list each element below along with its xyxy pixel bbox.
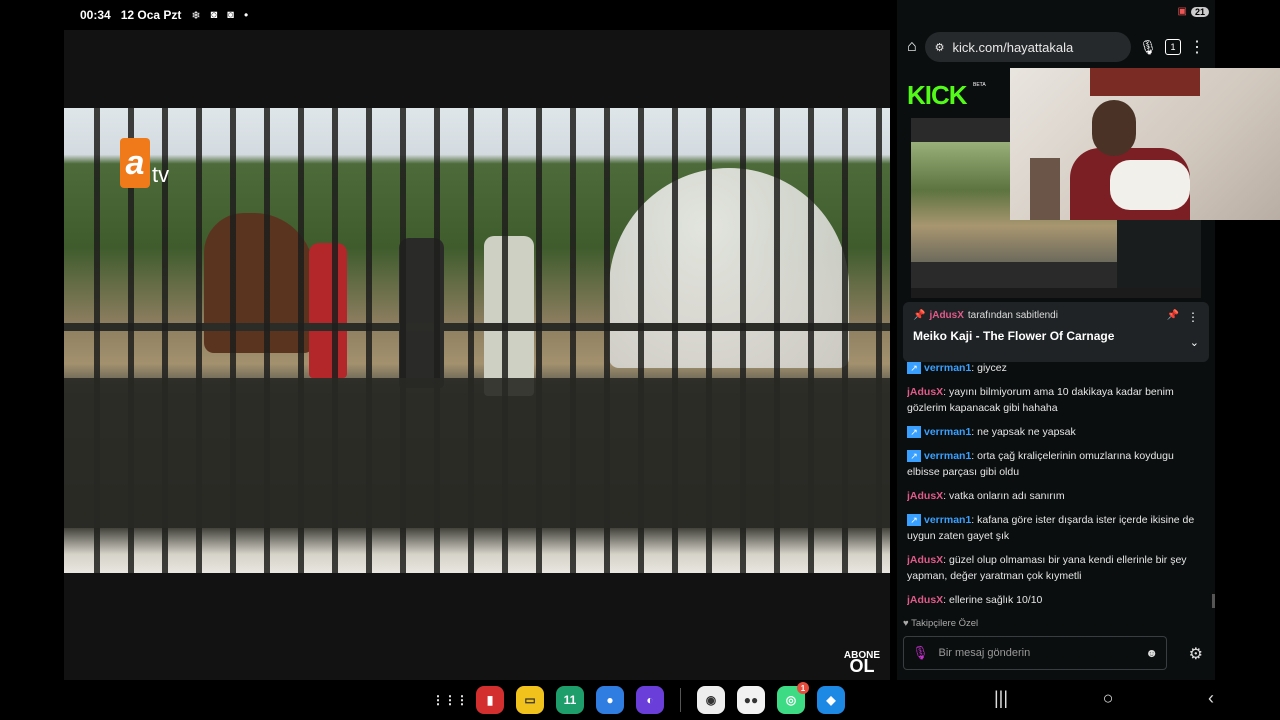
- back-icon[interactable]: ‹: [1208, 688, 1214, 709]
- kick-logo[interactable]: KICK: [907, 80, 968, 111]
- webcam-lamp: [1030, 158, 1060, 220]
- home-nav-icon[interactable]: ○: [1103, 688, 1114, 709]
- channel-logo-a: a: [120, 138, 150, 188]
- heart-icon: ♥: [903, 618, 909, 629]
- chat-input[interactable]: 🎙 Bir mesaj gönderin ☻: [903, 636, 1167, 670]
- chat-text: : vatka onların adı sanırım: [943, 490, 1065, 502]
- webcam-wall: [1090, 68, 1200, 96]
- site-settings-icon[interactable]: ⚙: [935, 41, 945, 54]
- duo-app-icon[interactable]: ●●: [737, 686, 765, 714]
- pinned-title: Meiko Kaji - The Flower Of Carnage: [913, 329, 1115, 343]
- video-player[interactable]: a tv ABONE OL: [64, 30, 890, 680]
- url-text[interactable]: kick.com/hayattakala: [953, 40, 1074, 55]
- chat-input-placeholder[interactable]: Bir mesaj gönderin: [939, 647, 1031, 659]
- chat-message[interactable]: jAdusX: güzel olup olmaması bir yana ken…: [907, 552, 1203, 584]
- more-menu-icon[interactable]: ⋮: [1189, 37, 1205, 57]
- instagram-icon: ◙: [227, 9, 234, 21]
- verified-badge-icon: ↗: [907, 362, 921, 375]
- right-status: ▣ 21: [1178, 6, 1209, 17]
- dock-apps: ⋮⋮⋮ ▮ ▭ 11 ● ◐ ◉ ●● ◎ 1 ◆: [432, 682, 845, 714]
- nav-buttons: ||| ○ ‹: [994, 688, 1214, 709]
- chat-text: : güzel olup olmaması bir yana kendi ell…: [907, 554, 1187, 582]
- status-date: 12 Oca Pzt: [120, 8, 182, 22]
- subscribe-badge-bottom: OL: [849, 656, 875, 676]
- instagram-icon: ◙: [210, 9, 218, 21]
- followers-only-label: ♥ Takipçilere Özel: [903, 618, 978, 629]
- chat-message[interactable]: jAdusX: ellerine sağlık 10/10: [907, 592, 1203, 608]
- pinned-by: 📌 jAdusX tarafından sabitlendi: [913, 310, 1199, 321]
- unpin-icon[interactable]: 📌: [1167, 310, 1179, 321]
- gate-panel: [64, 378, 890, 528]
- video-frame[interactable]: a tv: [64, 108, 890, 573]
- snowflake-icon: ❄: [191, 9, 201, 22]
- status-time: 00:34: [80, 8, 111, 22]
- status-bar: 00:34 12 Oca Pzt ❄ ◙ ◙ •: [64, 0, 890, 30]
- red-app-icon[interactable]: ▮: [476, 686, 504, 714]
- chat-username[interactable]: verrman1: [924, 362, 971, 374]
- folder-app-icon[interactable]: ▭: [516, 686, 544, 714]
- taskbar: ⋮⋮⋮ ▮ ▭ 11 ● ◐ ◉ ●● ◎ 1 ◆ ||| ○ ‹: [64, 680, 1216, 720]
- chat-username[interactable]: verrman1: [924, 426, 971, 438]
- chat-message[interactable]: ↗ verrman1: kafana göre ister dışarda ist…: [907, 512, 1203, 544]
- chat-text: : ne yapsak ne yapsak: [971, 426, 1076, 438]
- chat-username[interactable]: jAdusX: [907, 490, 943, 502]
- tab-switcher-button[interactable]: 1: [1165, 39, 1181, 55]
- verified-badge-icon: ↗: [907, 426, 921, 439]
- pinned-by-user: jAdusX: [929, 310, 964, 321]
- browser-panel: ▣ 21 ⌂ ⚙ kick.com/hayattakala 🎙 1 ⋮ KICK…: [897, 0, 1280, 680]
- chat-message[interactable]: ↗ verrman1: orta çağ kraliçelerinin omuzl…: [907, 448, 1203, 480]
- pinned-by-suffix: tarafından sabitlendi: [967, 310, 1058, 321]
- camera-app-icon[interactable]: ◉: [697, 686, 725, 714]
- chat-username[interactable]: verrman1: [924, 514, 971, 526]
- chat-feed[interactable]: ↗ verrman1: giycez jAdusX: yayını bilmiyor…: [907, 360, 1203, 620]
- mic-icon[interactable]: 🎙: [912, 645, 929, 661]
- status-dot: •: [243, 8, 249, 22]
- channel-logo: a tv: [120, 138, 169, 188]
- kick-beta-label: BETA: [973, 82, 986, 88]
- chat-text: : yayını bilmiyorum ama 10 dakikaya kada…: [907, 386, 1174, 414]
- chat-text: : ellerine sağlık 10/10: [943, 594, 1043, 606]
- emoji-icon[interactable]: ☻: [1145, 646, 1158, 660]
- gear-icon[interactable]: ⚙: [1189, 644, 1203, 664]
- verified-badge-icon: ↗: [907, 514, 921, 527]
- dock-separator: [680, 688, 681, 712]
- chat-username[interactable]: verrman1: [924, 450, 971, 462]
- store-app-icon[interactable]: ◆: [817, 686, 845, 714]
- followers-only-text: Takipçilere Özel: [911, 618, 979, 629]
- chat-text: : giycez: [971, 362, 1007, 374]
- chat-username[interactable]: jAdusX: [907, 386, 943, 398]
- verified-badge-icon: ↗: [907, 450, 921, 463]
- chat-username[interactable]: jAdusX: [907, 594, 943, 606]
- battery-indicator: 21: [1190, 6, 1209, 17]
- knitting-shape: [1110, 160, 1190, 210]
- pinned-message[interactable]: 📌 jAdusX tarafından sabitlendi Meiko Kaj…: [903, 302, 1209, 362]
- cast-icon: ▣: [1177, 6, 1187, 17]
- chat-message[interactable]: ↗ verrman1: ne yapsak ne yapsak: [907, 424, 1203, 440]
- scrollbar[interactable]: [1212, 594, 1215, 608]
- android-app-icon[interactable]: ◎ 1: [777, 682, 809, 714]
- channel-logo-tv: tv: [152, 162, 170, 187]
- address-bar[interactable]: ⚙ kick.com/hayattakala: [924, 32, 1132, 62]
- chat-message[interactable]: jAdusX: vatka onların adı sanırım: [907, 488, 1203, 504]
- notification-badge: 1: [797, 682, 809, 694]
- home-icon[interactable]: ⌂: [907, 38, 917, 56]
- browser-toolbar: ⌂ ⚙ kick.com/hayattakala 🎙 1 ⋮: [897, 28, 1215, 66]
- mic-icon[interactable]: 🎙: [1139, 39, 1157, 56]
- stream-screen-chat: [1117, 218, 1201, 288]
- messages-app-icon[interactable]: ●: [596, 686, 624, 714]
- chat-message[interactable]: ↗ verrman1: giycez: [907, 360, 1203, 376]
- internet-app-icon[interactable]: ◐: [636, 686, 664, 714]
- calendar-app-icon[interactable]: 11: [556, 686, 584, 714]
- streamer-head: [1092, 100, 1136, 156]
- chat-message[interactable]: jAdusX: yayını bilmiyorum ama 10 dakikay…: [907, 384, 1203, 416]
- app-grid-icon[interactable]: ⋮⋮⋮: [432, 686, 468, 714]
- chat-username[interactable]: jAdusX: [907, 554, 943, 566]
- webcam-overlay: [1010, 68, 1280, 220]
- pinned-menu-icon[interactable]: ⋮: [1187, 310, 1199, 324]
- pin-icon: 📌: [913, 310, 926, 321]
- recents-icon[interactable]: |||: [994, 688, 1008, 709]
- subscribe-badge: ABONE OL: [844, 650, 880, 676]
- chevron-down-icon[interactable]: ⌄: [1190, 336, 1199, 349]
- stream-screen-taskbar: [911, 288, 1201, 298]
